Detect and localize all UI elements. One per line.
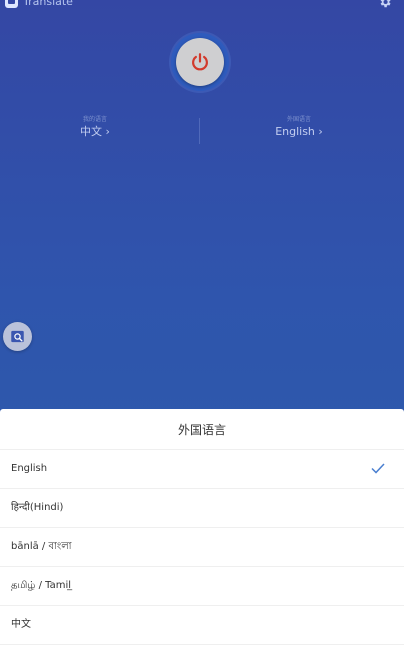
language-option-label: हिन्दी(Hindi) xyxy=(11,502,64,513)
language-option-bangla[interactable]: bānlā / বাংলা xyxy=(0,528,404,567)
language-option-label: bānlā / বাংলা xyxy=(11,541,72,552)
language-picker-sheet: 外国语言 English हिन्दी(Hindi) bānlā / বাংলা… xyxy=(0,409,404,656)
language-option-english[interactable]: English xyxy=(0,450,404,489)
app-title: Translate xyxy=(23,0,73,8)
language-divider xyxy=(199,118,200,144)
sheet-title: 外国语言 xyxy=(0,409,404,450)
my-language-label: 我的语言 xyxy=(82,116,107,123)
foreign-language-label: 外国语言 xyxy=(286,116,311,123)
language-option-label: English xyxy=(11,463,48,474)
language-option-hindi[interactable]: हिन्दी(Hindi) xyxy=(0,489,404,528)
language-option-chinese[interactable]: 中文 xyxy=(0,606,404,645)
my-language-value: 中文 › xyxy=(80,125,110,138)
language-option-label: 中文 xyxy=(11,619,31,630)
checkmark-icon xyxy=(371,463,385,474)
my-language-selector[interactable]: 我的语言 中文 › xyxy=(0,116,190,139)
power-button[interactable] xyxy=(176,38,224,86)
image-search-icon xyxy=(11,330,24,343)
language-option-label: தமிழ் / Tamil̲ xyxy=(11,580,72,591)
foreign-language-value: English › xyxy=(275,125,323,138)
foreign-language-selector[interactable]: 外国语言 English › xyxy=(204,116,394,139)
power-icon xyxy=(192,53,208,71)
language-option-tamil[interactable]: தமிழ் / Tamil̲ xyxy=(0,567,404,606)
app-icon xyxy=(5,0,18,8)
image-search-button[interactable] xyxy=(3,322,32,351)
gear-icon[interactable] xyxy=(378,0,392,9)
power-button-ring xyxy=(171,33,229,91)
top-bar: Translate xyxy=(0,0,404,14)
